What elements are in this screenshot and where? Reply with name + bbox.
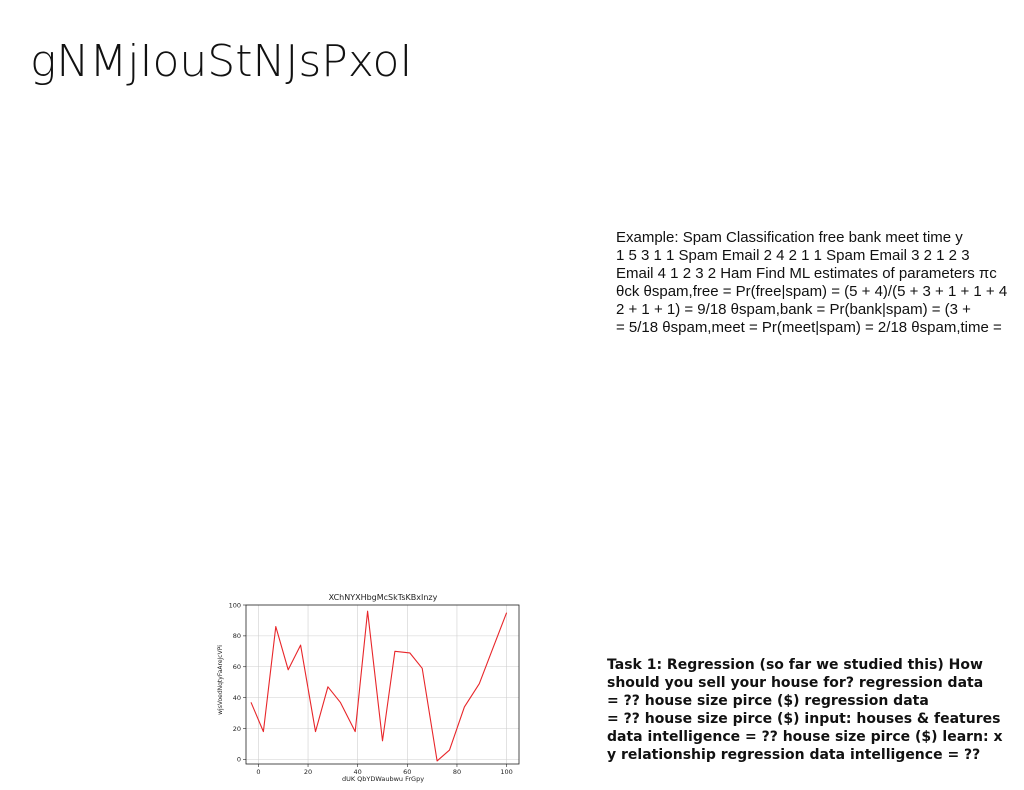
chart-series [250,610,508,762]
task-line: data intelligence = ?? house size pirce … [607,729,1003,745]
example-line: Email 4 1 2 3 2 Ham Find ML estimates of… [616,265,997,282]
chart-title: XChNYXHbgMcSkTsKBxInzy [329,593,438,602]
chart-x-axis-label: dUK QbYDWaubwu FrGpy [342,775,424,783]
chart-svg: XChNYXHbgMcSkTsKBxInzy dUK QbYDWaubwu Fr… [217,593,520,783]
x-tick-label: 100 [500,768,512,776]
chart-ticks: 0 20 40 60 80 100 0 20 40 60 80 100 [229,601,513,776]
y-tick-label: 20 [233,725,241,733]
task-line: = ?? house size pirce ($) regression dat… [607,693,929,709]
slide-title: gNMjIouStNJsPxoI [30,36,413,87]
task-line: Task 1: Regression (so far we studied th… [607,657,983,673]
line-chart: XChNYXHbgMcSkTsKBxInzy dUK QbYDWaubwu Fr… [212,590,522,790]
example-line: θck θspam,free = Pr(free|spam) = (5 + 4)… [616,283,1008,300]
example-line: 1 5 3 1 1 Spam Email 2 4 2 1 1 Spam Emai… [616,247,970,264]
task-line: y relationship regression data intellige… [607,747,981,763]
example-line: 2 + 1 + 1) = 9/18 θspam,bank = Pr(bank|s… [616,301,971,318]
task-text-block: Task 1: Regression (so far we studied th… [607,656,1024,764]
y-tick-label: 0 [237,756,241,764]
x-tick-label: 80 [453,768,461,776]
x-tick-label: 0 [256,768,260,776]
x-tick-label: 40 [354,768,362,776]
x-tick-label: 20 [304,768,312,776]
example-text-block: Example: Spam Classification free bank m… [616,229,1024,337]
task-line: = ?? house size pirce ($) input: houses … [607,711,1001,727]
example-line: Example: Spam Classification free bank m… [616,229,963,246]
y-tick-label: 100 [229,601,241,609]
chart-y-axis-label: wjsVoedNqtyFaAreJcVPi [217,645,224,715]
x-tick-label: 60 [403,768,411,776]
task-line: should you sell your house for? regressi… [607,675,984,691]
y-tick-label: 40 [233,694,241,702]
y-tick-label: 60 [233,663,241,671]
example-line: = 5/18 θspam,meet = Pr(meet|spam) = 2/18… [616,319,1002,336]
y-tick-label: 80 [233,632,241,640]
series-line [250,610,508,762]
